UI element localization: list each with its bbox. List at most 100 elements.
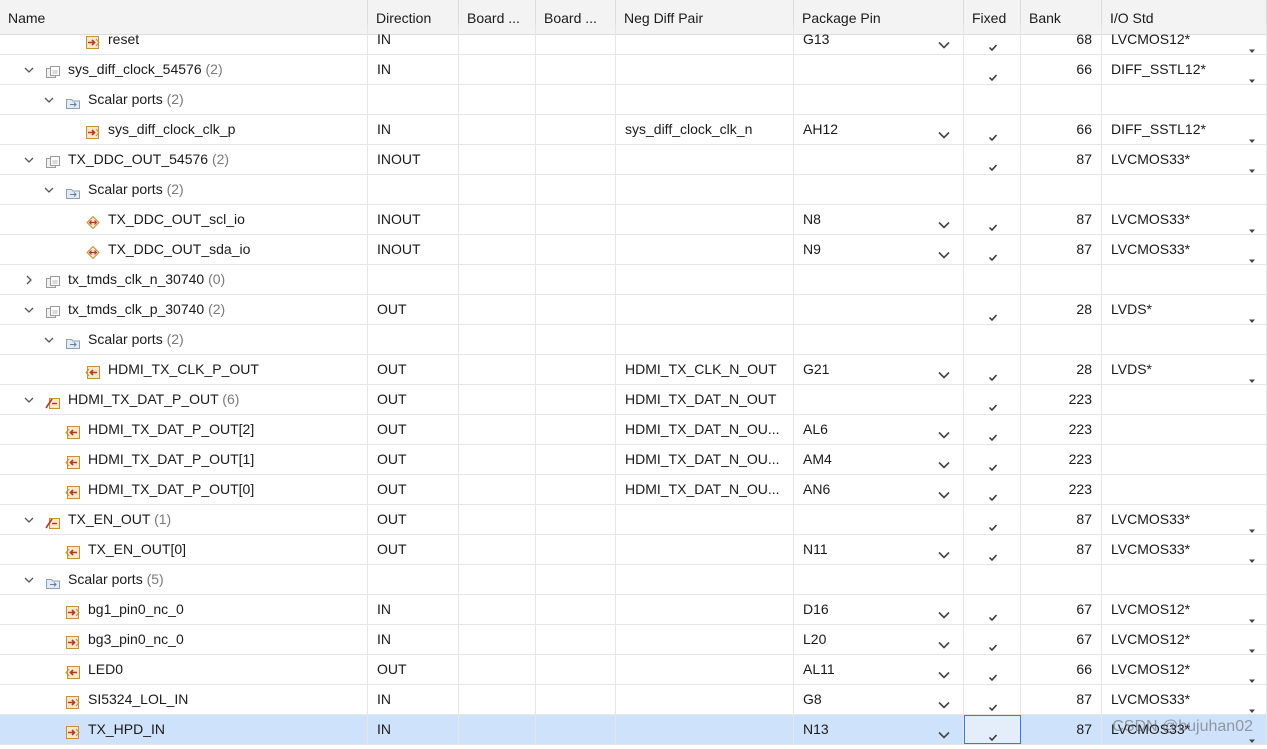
package-pin-cell[interactable]: G8 (794, 685, 964, 714)
fixed-checkbox[interactable] (964, 535, 1021, 564)
board-part-pin-cell[interactable] (459, 325, 536, 354)
chevron-down-icon[interactable] (937, 543, 951, 559)
table-row[interactable]: TX_EN_OUT[0] OUT N11 87 LVCMOS33* (0, 535, 1267, 565)
board-part-pin-cell[interactable] (459, 205, 536, 234)
board-part-pin-cell[interactable] (459, 25, 536, 54)
io-std-cell[interactable]: LVDS* (1102, 355, 1267, 384)
chevron-down-icon[interactable] (23, 514, 35, 526)
dropdown-arrow-icon[interactable] (1248, 636, 1256, 653)
io-std-cell[interactable] (1102, 385, 1267, 414)
chevron-down-icon[interactable] (43, 94, 55, 106)
board-interface-cell[interactable] (536, 85, 616, 114)
dropdown-arrow-icon[interactable] (1248, 666, 1256, 683)
io-std-cell[interactable]: DIFF_SSTL12* (1102, 55, 1267, 84)
board-interface-cell[interactable] (536, 415, 616, 444)
dropdown-arrow-icon[interactable] (1248, 306, 1256, 323)
table-row[interactable]: Scalar ports (2) (0, 85, 1267, 115)
chevron-down-icon[interactable] (937, 423, 951, 439)
fixed-checkbox[interactable] (964, 325, 1021, 354)
table-row[interactable]: HDMI_TX_CLK_P_OUT OUT HDMI_TX_CLK_N_OUT G21… (0, 355, 1267, 385)
board-part-pin-cell[interactable] (459, 265, 536, 294)
package-pin-cell[interactable] (794, 505, 964, 534)
fixed-checkbox[interactable] (964, 85, 1021, 114)
io-std-cell[interactable] (1102, 265, 1267, 294)
table-row[interactable]: HDMI_TX_DAT_P_OUT[1] OUT HDMI_TX_DAT_N_OU.… (0, 445, 1267, 475)
board-part-pin-cell[interactable] (459, 415, 536, 444)
board-part-pin-cell[interactable] (459, 715, 536, 744)
table-row[interactable]: HDMI_TX_DAT_P_OUT[0] OUT HDMI_TX_DAT_N_OU.… (0, 475, 1267, 505)
dropdown-arrow-icon[interactable] (1248, 66, 1256, 83)
board-interface-cell[interactable] (536, 205, 616, 234)
chevron-down-icon[interactable] (937, 243, 951, 259)
io-std-cell[interactable] (1102, 175, 1267, 204)
io-std-cell[interactable]: LVCMOS33* (1102, 685, 1267, 714)
fixed-checkbox[interactable] (964, 445, 1021, 474)
fixed-checkbox[interactable] (964, 265, 1021, 294)
fixed-checkbox[interactable] (964, 175, 1021, 204)
package-pin-cell[interactable]: L20 (794, 625, 964, 654)
fixed-checkbox[interactable] (964, 55, 1021, 84)
chevron-down-icon[interactable] (937, 693, 951, 709)
table-row[interactable]: TX_DDC_OUT_scl_io INOUT N8 87 LVCMOS33* (0, 205, 1267, 235)
dropdown-arrow-icon[interactable] (1248, 126, 1256, 143)
chevron-down-icon[interactable] (23, 304, 35, 316)
package-pin-cell[interactable]: N9 (794, 235, 964, 264)
io-std-cell[interactable]: LVCMOS12* (1102, 625, 1267, 654)
table-row[interactable]: SI5324_LOL_IN IN G8 87 LVCMOS33* (0, 685, 1267, 715)
board-part-pin-cell[interactable] (459, 295, 536, 324)
board-part-pin-cell[interactable] (459, 475, 536, 504)
table-row[interactable]: Scalar ports (5) (0, 565, 1267, 595)
table-row[interactable]: bg3_pin0_nc_0 IN L20 67 LVCMOS12* (0, 625, 1267, 655)
io-std-cell[interactable]: LVCMOS12* (1102, 595, 1267, 624)
io-std-cell[interactable]: LVCMOS12* (1102, 655, 1267, 684)
board-interface-cell[interactable] (536, 385, 616, 414)
chevron-down-icon[interactable] (23, 574, 35, 586)
fixed-checkbox[interactable] (964, 415, 1021, 444)
table-row[interactable]: Scalar ports (2) (0, 325, 1267, 355)
dropdown-arrow-icon[interactable] (1248, 366, 1256, 383)
io-std-cell[interactable]: LVCMOS33* (1102, 715, 1267, 744)
dropdown-arrow-icon[interactable] (1248, 156, 1256, 173)
package-pin-cell[interactable] (794, 385, 964, 414)
board-part-pin-cell[interactable] (459, 235, 536, 264)
board-interface-cell[interactable] (536, 325, 616, 354)
board-part-pin-cell[interactable] (459, 85, 536, 114)
fixed-checkbox[interactable] (964, 295, 1021, 324)
chevron-down-icon[interactable] (43, 184, 55, 196)
package-pin-cell[interactable] (794, 85, 964, 114)
board-interface-cell[interactable] (536, 475, 616, 504)
fixed-checkbox[interactable] (964, 25, 1021, 54)
package-pin-cell[interactable] (794, 145, 964, 174)
fixed-checkbox[interactable] (964, 565, 1021, 594)
fixed-checkbox[interactable] (964, 685, 1021, 714)
dropdown-arrow-icon[interactable] (1248, 696, 1256, 713)
package-pin-cell[interactable] (794, 565, 964, 594)
board-interface-cell[interactable] (536, 445, 616, 474)
table-row[interactable]: sys_diff_clock_54576 (2) IN 66 DIFF_SSTL12* (0, 55, 1267, 85)
io-std-cell[interactable] (1102, 445, 1267, 474)
table-row[interactable]: sys_diff_clock_clk_p IN sys_diff_clock_clk… (0, 115, 1267, 145)
fixed-checkbox[interactable] (964, 475, 1021, 504)
board-interface-cell[interactable] (536, 265, 616, 294)
board-part-pin-cell[interactable] (459, 535, 536, 564)
fixed-checkbox[interactable] (964, 625, 1021, 654)
board-interface-cell[interactable] (536, 175, 616, 204)
dropdown-arrow-icon[interactable] (1248, 546, 1256, 563)
package-pin-cell[interactable]: N13 (794, 715, 964, 744)
io-std-cell[interactable] (1102, 565, 1267, 594)
table-row[interactable]: tx_tmds_clk_n_30740 (0) (0, 265, 1267, 295)
fixed-checkbox[interactable] (964, 385, 1021, 414)
board-interface-cell[interactable] (536, 655, 616, 684)
board-interface-cell[interactable] (536, 55, 616, 84)
fixed-checkbox[interactable] (964, 205, 1021, 234)
table-row[interactable]: Scalar ports (2) (0, 175, 1267, 205)
io-std-cell[interactable]: LVDS* (1102, 295, 1267, 324)
io-std-cell[interactable]: LVCMOS33* (1102, 505, 1267, 534)
board-part-pin-cell[interactable] (459, 355, 536, 384)
board-part-pin-cell[interactable] (459, 685, 536, 714)
board-part-pin-cell[interactable] (459, 505, 536, 534)
chevron-down-icon[interactable] (937, 633, 951, 649)
chevron-down-icon[interactable] (23, 394, 35, 406)
board-interface-cell[interactable] (536, 595, 616, 624)
board-part-pin-cell[interactable] (459, 175, 536, 204)
